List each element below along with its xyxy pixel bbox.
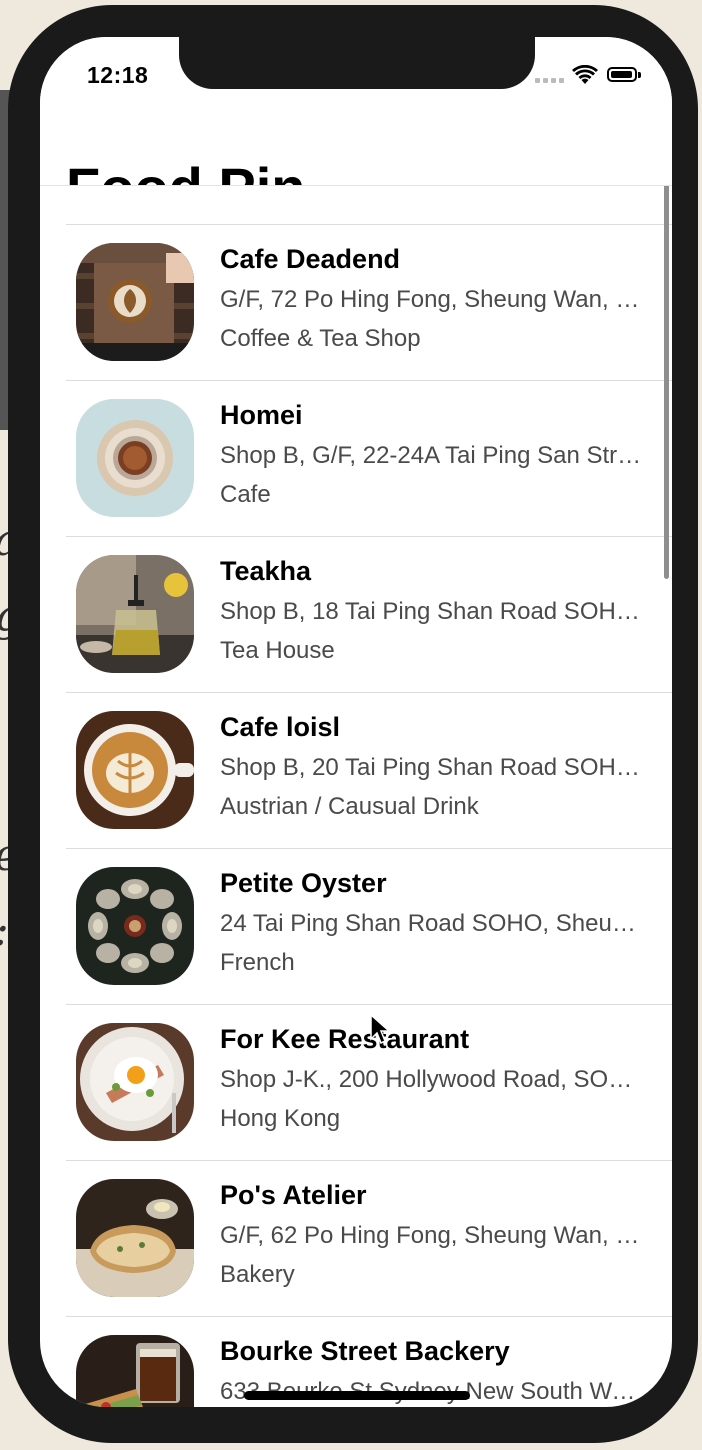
coffee-cup-photo <box>76 399 194 517</box>
home-indicator[interactable] <box>244 1391 470 1400</box>
restaurant-name: Bourke Street Backery <box>220 1336 510 1366</box>
restaurant-location: Shop B, 20 Tai Ping Shan Road SOHO, Sheu… <box>220 754 648 781</box>
restaurant-type: Tea House <box>220 637 335 664</box>
restaurant-location: Shop B, 18 Tai Ping Shan Road SOHO, Sheu… <box>220 598 648 625</box>
wifi-icon <box>572 64 598 85</box>
restaurant-row[interactable]: Po's Atelier G/F, 62 Po Hing Fong, Sheun… <box>40 1161 672 1317</box>
restaurant-type: Austrian / Causual Drink <box>220 793 479 820</box>
sandwich-beer-photo <box>76 1335 194 1407</box>
iphone-frame: 12:18 Food Pin <box>8 5 698 1443</box>
cellular-signal-icon <box>535 75 565 83</box>
restaurant-type: Hong Kong <box>220 1105 341 1132</box>
restaurant-type: Coffee & Tea Shop <box>220 325 421 352</box>
status-time: 12:18 <box>87 62 149 88</box>
page-title: Food Pin <box>66 155 306 185</box>
mouse-pointer-icon <box>369 1013 391 1050</box>
restaurant-row[interactable]: Petite Oyster 24 Tai Ping Shan Road SOHO… <box>40 849 672 1005</box>
notch <box>179 37 535 89</box>
restaurant-type: Bakery <box>220 1261 295 1288</box>
restaurant-type: Cafe <box>220 481 271 508</box>
restaurant-row[interactable]: For Kee Restaurant Shop J-K., 200 Hollyw… <box>40 1005 672 1161</box>
restaurant-location: Shop B, G/F, 22-24A Tai Ping San Street … <box>220 442 648 469</box>
restaurant-row[interactable]: Cafe loisl Shop B, 20 Tai Ping Shan Road… <box>40 693 672 849</box>
restaurant-name: Petite Oyster <box>220 868 387 898</box>
restaurant-type: French <box>220 949 295 976</box>
restaurant-name: Teakha <box>220 556 312 586</box>
fried-egg-plate-photo <box>76 1023 194 1141</box>
restaurant-location: 24 Tai Ping Shan Road SOHO, Sheung Wan, … <box>220 910 648 937</box>
restaurant-location: G/F, 72 Po Hing Fong, Sheung Wan, Hong K… <box>220 286 648 313</box>
restaurant-name: Cafe Deadend <box>220 244 401 274</box>
restaurant-row[interactable]: Homei Shop B, G/F, 22-24A Tai Ping San S… <box>40 381 672 537</box>
restaurant-name: Homei <box>220 400 303 430</box>
restaurant-name: Cafe loisl <box>220 712 341 742</box>
battery-icon <box>607 67 641 82</box>
restaurant-location: G/F, 62 Po Hing Fong, Sheung Wan, Hong K… <box>220 1222 648 1249</box>
restaurant-name: Po's Atelier <box>220 1180 367 1210</box>
status-icons <box>535 64 650 87</box>
cappuccino-photo <box>76 711 194 829</box>
restaurant-list[interactable]: Cafe Deadend G/F, 72 Po Hing Fong, Sheun… <box>40 185 672 1407</box>
phone-screen: 12:18 Food Pin <box>40 37 672 1407</box>
restaurant-row[interactable]: Cafe Deadend G/F, 72 Po Hing Fong, Sheun… <box>40 225 672 381</box>
bread-loaf-photo <box>76 1179 194 1297</box>
tea-pot-photo <box>76 555 194 673</box>
latte-art-photo <box>76 243 194 361</box>
restaurant-name: For Kee Restaurant <box>220 1024 470 1054</box>
oysters-photo <box>76 867 194 985</box>
restaurant-row[interactable]: Teakha Shop B, 18 Tai Ping Shan Road SOH… <box>40 537 672 693</box>
restaurant-location: Shop J-K., 200 Hollywood Road, SOHO, She… <box>220 1066 648 1093</box>
